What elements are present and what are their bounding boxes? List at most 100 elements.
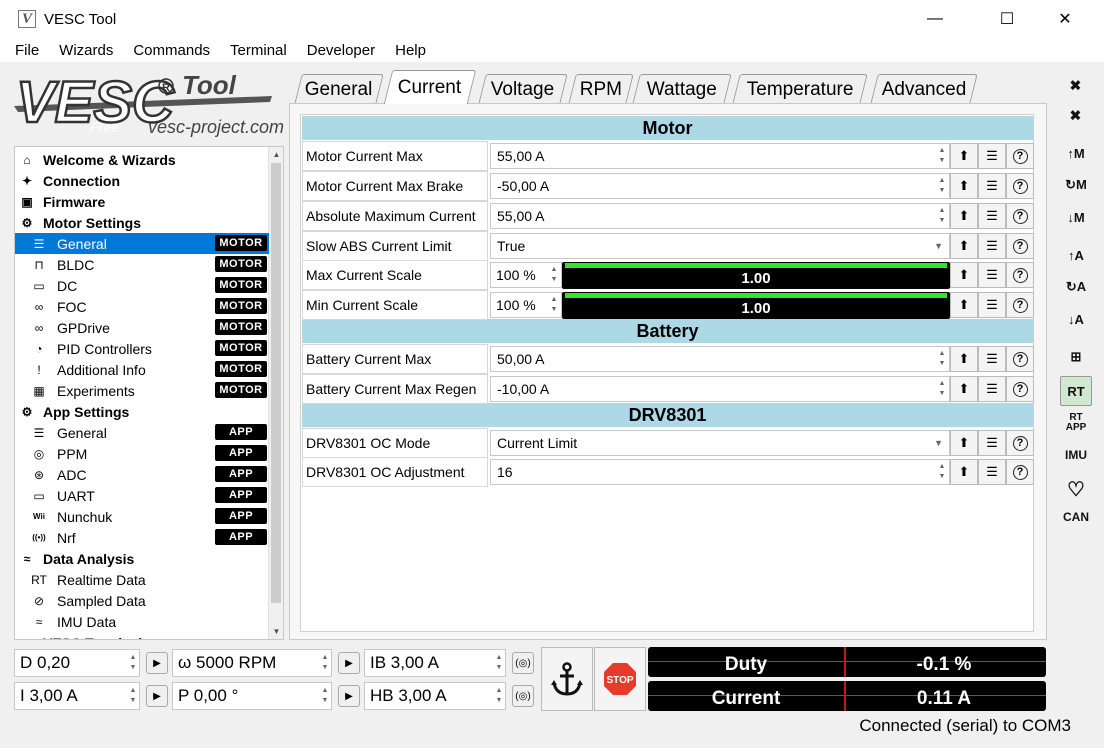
position-field[interactable]: P 0,00 ° ▲ ▼: [172, 682, 332, 710]
write-motor-icon[interactable]: ↓M: [1060, 202, 1092, 232]
chevron-down-icon[interactable]: ▼: [934, 438, 943, 448]
tree-item-app-settings[interactable]: ⚙ App Settings: [15, 401, 269, 422]
tab-temperature[interactable]: Temperature: [732, 74, 868, 104]
tree-item-additional-info[interactable]: ! Additional Info MOTOR: [15, 359, 269, 380]
upload-icon[interactable]: ⬆: [950, 173, 978, 199]
brake-current-field[interactable]: IB 3,00 A ▲ ▼: [364, 649, 506, 677]
current-spin[interactable]: ▲ ▼: [127, 683, 139, 709]
tree-item-data-analysis[interactable]: ≈ Data Analysis: [15, 548, 269, 569]
value-spin[interactable]: ▲ ▼: [935, 460, 949, 484]
stop-button[interactable]: STOP: [594, 647, 646, 711]
rt-data-icon[interactable]: RT: [1060, 376, 1092, 406]
rpm-field[interactable]: ω 5000 RPM ▲ ▼: [172, 649, 332, 677]
tree-item-welcome-wizards[interactable]: ⌂ Welcome & Wizards: [15, 149, 269, 170]
abs-max-current-input[interactable]: 55,00 A ▲ ▼: [490, 203, 950, 229]
oc-adj-input[interactable]: 16 ▲ ▼: [490, 459, 950, 485]
tree-item-gpdrive[interactable]: ∞ GPDrive MOTOR: [15, 317, 269, 338]
help-icon[interactable]: ?: [1006, 459, 1034, 485]
menu-file[interactable]: File: [12, 42, 42, 59]
pos-spin[interactable]: ▲ ▼: [319, 683, 331, 709]
scroll-up-icon[interactable]: ▲: [269, 147, 283, 162]
help-icon[interactable]: ?: [1006, 262, 1034, 288]
reset-default-icon[interactable]: ☰: [978, 262, 1006, 288]
scale-spin[interactable]: ▲ ▼: [547, 293, 561, 317]
reset-default-icon[interactable]: ☰: [978, 376, 1006, 402]
min-scale-input[interactable]: 100 % ▲ ▼: [490, 292, 562, 318]
reset-default-icon[interactable]: ☰: [978, 346, 1006, 372]
current-play-icon[interactable]: ▶: [146, 685, 168, 707]
tree-item-general[interactable]: ☰ General MOTOR: [15, 233, 269, 254]
tree-item-vesc-terminal[interactable]: ▭ VESC Terminal: [15, 632, 269, 640]
tree-item-imu-data[interactable]: ≈ IMU Data: [15, 611, 269, 632]
tab-advanced[interactable]: Advanced: [870, 74, 978, 104]
upload-icon[interactable]: ⬆: [950, 459, 978, 485]
tree-item-bldc[interactable]: ⊓ BLDC MOTOR: [15, 254, 269, 275]
tree-item-dc[interactable]: ▭ DC MOTOR: [15, 275, 269, 296]
maximize-button[interactable]: ☐: [984, 0, 1030, 38]
tree-item-realtime-data[interactable]: RT Realtime Data: [15, 569, 269, 590]
read-motor-default-icon[interactable]: ↻M: [1060, 170, 1092, 200]
disconnect-icon[interactable]: ✚: [1060, 100, 1092, 130]
read-motor-icon[interactable]: ↑M: [1060, 138, 1092, 168]
reset-default-icon[interactable]: ☰: [978, 430, 1006, 456]
connect-icon[interactable]: ✚: [1060, 70, 1092, 100]
value-spin[interactable]: ▲ ▼: [935, 377, 949, 401]
batt-regen-input[interactable]: -10,00 A ▲ ▼: [490, 376, 950, 402]
help-icon[interactable]: ?: [1006, 173, 1034, 199]
scroll-thumb[interactable]: [271, 163, 281, 603]
can-fwd-icon[interactable]: ⊞: [1060, 342, 1092, 372]
duty-field[interactable]: D 0,20 ▲ ▼: [14, 649, 140, 677]
value-spin[interactable]: ▲ ▼: [935, 144, 949, 168]
pos-play-icon[interactable]: ▶: [338, 685, 360, 707]
close-button[interactable]: ✕: [1042, 0, 1088, 38]
tree-item-pid-controllers[interactable]: ◔ PID Controllers MOTOR: [15, 338, 269, 359]
duty-play-icon[interactable]: ▶: [146, 652, 168, 674]
chevron-down-icon[interactable]: ▼: [934, 241, 943, 251]
tree-item-general[interactable]: ☰ General APP: [15, 422, 269, 443]
handbrake-field[interactable]: HB 3,00 A ▲ ▼: [364, 682, 506, 710]
oc-mode-select[interactable]: Current Limit ▼: [490, 430, 950, 456]
menu-commands[interactable]: Commands: [130, 42, 213, 59]
ib-brake-icon[interactable]: (◎): [512, 652, 534, 674]
duty-spin[interactable]: ▲ ▼: [127, 650, 139, 676]
upload-icon[interactable]: ⬆: [950, 346, 978, 372]
tab-voltage[interactable]: Voltage: [478, 74, 568, 104]
value-spin[interactable]: ▲ ▼: [935, 174, 949, 198]
help-icon[interactable]: ?: [1006, 143, 1034, 169]
tab-general[interactable]: General: [294, 74, 384, 104]
tree-item-connection[interactable]: ✦ Connection: [15, 170, 269, 191]
upload-icon[interactable]: ⬆: [950, 143, 978, 169]
tab-rpm[interactable]: RPM: [568, 74, 634, 104]
minimize-button[interactable]: —: [912, 0, 958, 38]
motor-current-max-brake-input[interactable]: -50,00 A ▲ ▼: [490, 173, 950, 199]
tab-current[interactable]: Current: [383, 70, 477, 104]
tree-item-adc[interactable]: ⊛ ADC APP: [15, 464, 269, 485]
menu-developer[interactable]: Developer: [304, 42, 378, 59]
scale-spin[interactable]: ▲ ▼: [547, 263, 561, 287]
menu-terminal[interactable]: Terminal: [227, 42, 290, 59]
can-icon[interactable]: CAN: [1060, 502, 1092, 532]
hb-brake-icon[interactable]: (◎): [512, 685, 534, 707]
reset-default-icon[interactable]: ☰: [978, 143, 1006, 169]
help-icon[interactable]: ?: [1006, 203, 1034, 229]
menu-wizards[interactable]: Wizards: [56, 42, 116, 59]
anchor-button[interactable]: [541, 647, 593, 711]
upload-icon[interactable]: ⬆: [950, 203, 978, 229]
tree-scrollbar[interactable]: ▲ ▼: [268, 147, 283, 639]
reset-default-icon[interactable]: ☰: [978, 459, 1006, 485]
slow-abs-select[interactable]: True ▼: [490, 233, 950, 259]
reset-default-icon[interactable]: ☰: [978, 173, 1006, 199]
tab-wattage[interactable]: Wattage: [632, 74, 732, 104]
tree-item-sampled-data[interactable]: ⊘ Sampled Data: [15, 590, 269, 611]
help-icon[interactable]: ?: [1006, 233, 1034, 259]
help-icon[interactable]: ?: [1006, 292, 1034, 318]
help-icon[interactable]: ?: [1006, 376, 1034, 402]
upload-icon[interactable]: ⬆: [950, 233, 978, 259]
max-scale-input[interactable]: 100 % ▲ ▼: [490, 262, 562, 288]
upload-icon[interactable]: ⬆: [950, 376, 978, 402]
upload-icon[interactable]: ⬆: [950, 292, 978, 318]
imu-icon[interactable]: IMU: [1060, 440, 1092, 470]
rpm-play-icon[interactable]: ▶: [338, 652, 360, 674]
batt-max-input[interactable]: 50,00 A ▲ ▼: [490, 346, 950, 372]
heart-icon[interactable]: ♡: [1060, 474, 1092, 504]
